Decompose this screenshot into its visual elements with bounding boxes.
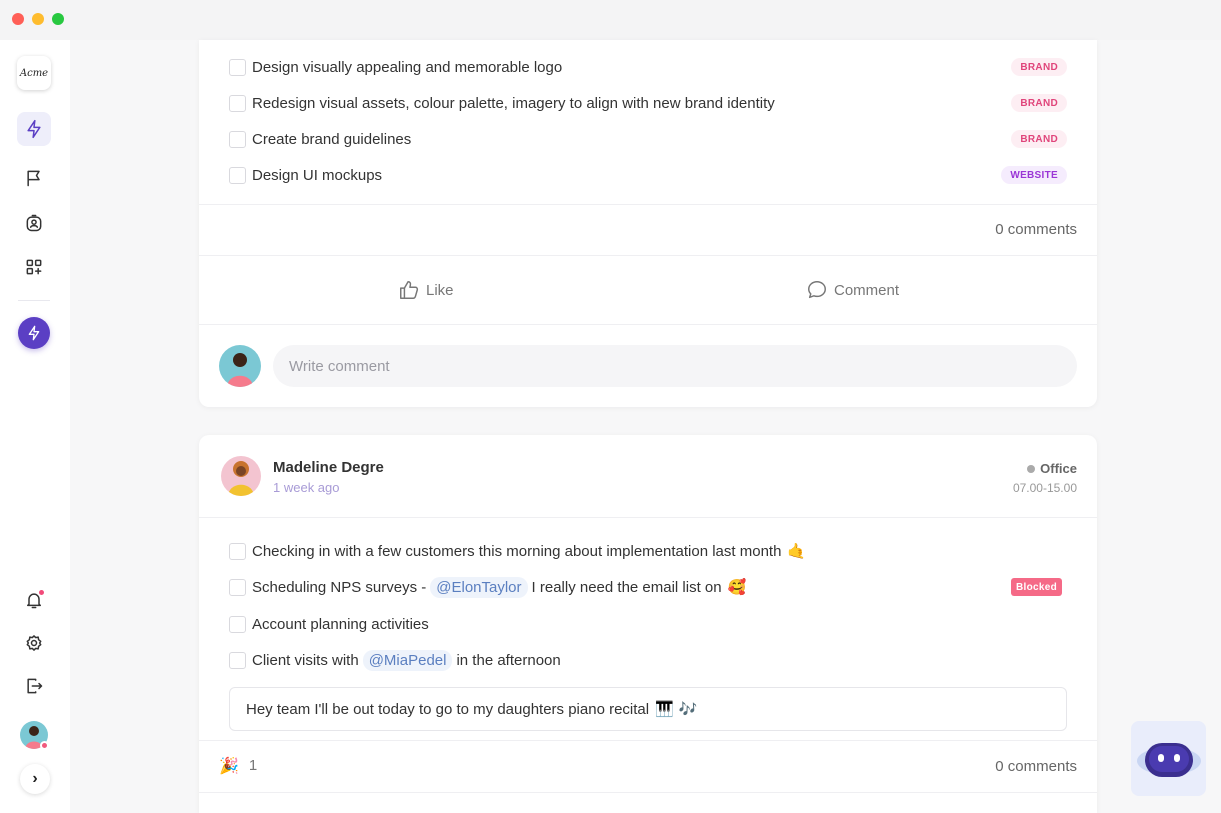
logout-icon (27, 678, 43, 694)
divider (199, 255, 1097, 256)
sidebar-item-people[interactable] (17, 206, 51, 240)
mention-link[interactable]: @MiaPedel (362, 649, 453, 671)
notifications-button[interactable] (17, 583, 51, 617)
comments-count[interactable]: 0 comments (995, 221, 1077, 238)
like-button[interactable]: Like (398, 279, 454, 301)
person-illustration (228, 461, 254, 496)
location-label: Office (1040, 461, 1077, 476)
status-note: Hey team I'll be out today to go to my d… (229, 687, 1067, 731)
task-checkbox[interactable] (229, 166, 246, 184)
comment-input[interactable] (273, 345, 1077, 387)
task-text: Design UI mockups (252, 166, 383, 184)
task-text: Client visits with (252, 651, 359, 669)
author-name[interactable]: Madeline Degre (273, 459, 384, 476)
task-text: Account planning activities (252, 615, 429, 633)
blocked-tag: Blocked (1010, 578, 1062, 596)
close-window-button[interactable] (12, 13, 24, 25)
task-item: Design visually appealing and memorable … (229, 57, 562, 77)
task-item: Client visits with @MiaPedel in the afte… (229, 649, 561, 671)
bolt-icon (27, 119, 41, 139)
reaction-count: 1 (248, 757, 258, 774)
task-item: Redesign visual assets, colour palette, … (229, 93, 775, 113)
task-item: Create brand guidelines (229, 129, 411, 149)
sidebar-item-activity[interactable] (17, 112, 51, 146)
task-text: Redesign visual assets, colour palette, … (252, 94, 775, 112)
flag-icon (27, 170, 40, 187)
mention-link[interactable]: @ElonTaylor (430, 576, 528, 598)
smiling-hearts-emoji: 🥰 (727, 578, 747, 596)
reaction-badge[interactable]: 🎉 1 (219, 756, 257, 775)
task-item: Checking in with a few customers this mo… (229, 541, 806, 561)
commenter-avatar (219, 345, 261, 387)
task-text: Design visually appealing and memorable … (252, 58, 563, 76)
speech-bubble-icon (808, 281, 826, 299)
brand-tag: BRAND (1011, 94, 1067, 112)
task-text: I really need the email list on (531, 578, 722, 596)
party-popper-emoji: 🎉 (219, 756, 239, 775)
divider (199, 324, 1097, 325)
assistant-bot-button[interactable] (1131, 721, 1206, 796)
comments-count[interactable]: 0 comments (995, 758, 1077, 775)
task-item: Design UI mockups (229, 165, 382, 185)
task-item: Account planning activities (229, 614, 429, 634)
note-text: Hey team I'll be out today to go to my d… (246, 700, 650, 718)
author-avatar[interactable] (221, 456, 261, 496)
logout-button[interactable] (17, 669, 51, 703)
comment-button[interactable]: Comment (806, 279, 899, 301)
settings-button[interactable] (17, 626, 51, 660)
comment-label: Comment (834, 281, 900, 299)
sidebar-item-goals[interactable] (17, 161, 51, 195)
sidebar-item-apps[interactable] (17, 250, 51, 284)
divider (199, 517, 1097, 518)
like-label: Like (426, 281, 454, 299)
status-dot (1027, 464, 1036, 473)
task-checkbox[interactable] (229, 58, 246, 76)
maximize-window-button[interactable] (52, 13, 64, 25)
task-text: Create brand guidelines (252, 130, 412, 148)
sidebar-divider (18, 300, 50, 301)
person-illustration (227, 353, 253, 387)
divider (199, 204, 1097, 205)
post-timestamp: 1 week ago (273, 480, 340, 495)
task-text: Scheduling NPS surveys - (252, 578, 427, 596)
divider (199, 740, 1097, 741)
working-hours: 07.00-15.00 (1012, 481, 1077, 495)
notification-dot (39, 590, 44, 595)
sidebar: Acme › (0, 40, 70, 813)
task-checkbox[interactable] (229, 578, 246, 596)
location-status: Office (1027, 461, 1077, 476)
brand-tag: BRAND (1011, 130, 1067, 148)
website-tag: WEBSITE (1001, 166, 1067, 184)
minimize-window-button[interactable] (32, 13, 44, 25)
task-checkbox[interactable] (229, 651, 246, 669)
user-badge-icon (26, 214, 42, 232)
task-checkbox[interactable] (229, 94, 246, 112)
acme-logo[interactable]: Acme (17, 56, 51, 90)
task-checkbox[interactable] (229, 542, 246, 560)
task-checkbox[interactable] (229, 615, 246, 633)
task-text: Checking in with a few customers this mo… (252, 542, 782, 560)
post-card: Madeline Degre 1 week ago Office 07.00-1… (199, 435, 1097, 813)
gear-icon (26, 635, 42, 651)
task-text: in the afternoon (456, 651, 561, 669)
call-me-hand-emoji: 🤙 (787, 542, 807, 560)
apps-add-icon (26, 259, 42, 275)
task-item: Scheduling NPS surveys - @ElonTaylor I r… (229, 576, 747, 598)
expand-sidebar-button[interactable]: › (20, 764, 50, 794)
quick-action-button[interactable] (18, 317, 50, 349)
window-titlebar (0, 0, 1221, 40)
post-card: Design visually appealing and memorable … (199, 40, 1097, 407)
brand-tag: BRAND (1011, 58, 1067, 76)
robot-icon (1136, 742, 1201, 777)
divider (199, 792, 1097, 793)
status-dot (40, 741, 49, 750)
task-checkbox[interactable] (229, 130, 246, 148)
music-emoji: 🎹 🎶 (655, 700, 698, 718)
bolt-icon (28, 325, 40, 341)
thumbs-up-icon (400, 281, 419, 299)
